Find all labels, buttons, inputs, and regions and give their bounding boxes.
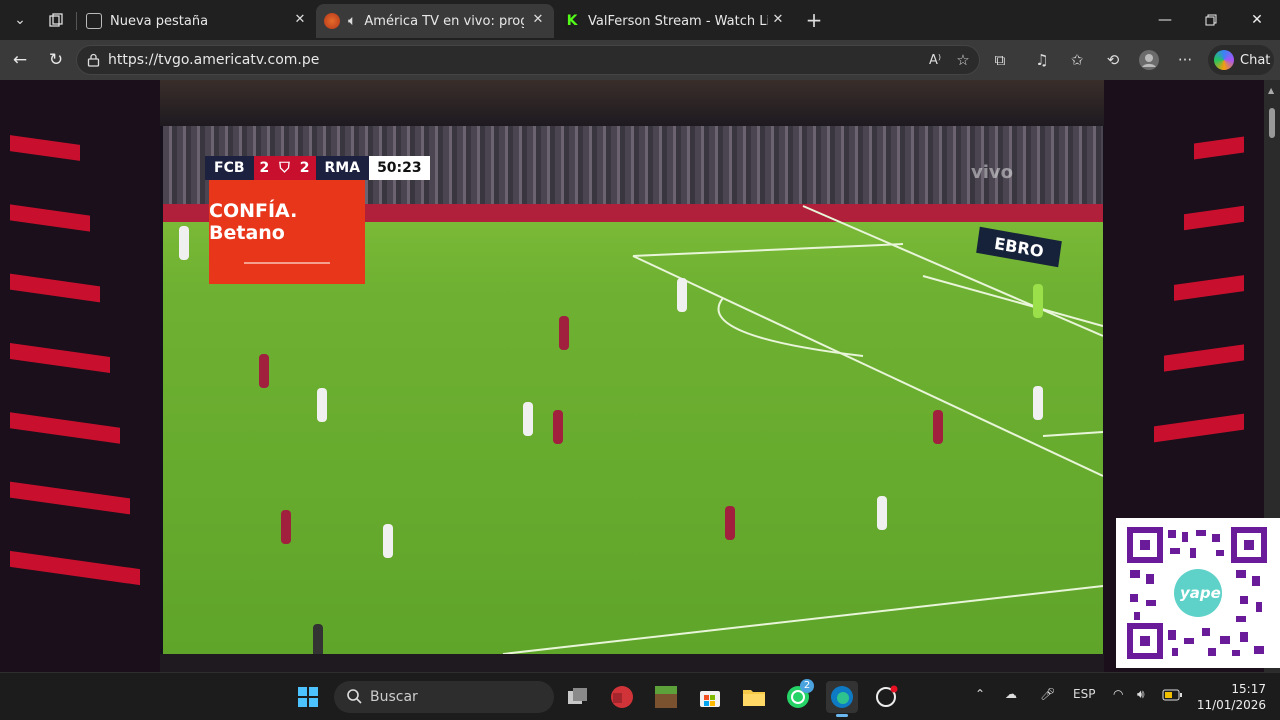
globe-favicon-icon [324, 13, 340, 29]
favorite-star-icon[interactable]: ☆ [951, 48, 975, 72]
url-text[interactable]: https://tvgo.americatv.com.pe [108, 52, 319, 68]
search-icon [347, 689, 362, 704]
read-aloud-icon[interactable]: A⁾ [923, 48, 947, 72]
whatsapp-badge: 2 [800, 679, 814, 693]
player [559, 316, 569, 350]
volume-icon[interactable]: 🔊︎ [1137, 687, 1145, 702]
player [725, 506, 735, 540]
kick-favicon-icon: K [564, 13, 580, 29]
scoreboard: FCB 2 ⛉ 2 RMA 50:23 [205, 156, 430, 180]
close-tab-icon[interactable]: ✕ [770, 12, 786, 28]
tab-title: ValFerson Stream - Watch Live on [588, 13, 768, 29]
new-tab-page-icon [86, 13, 102, 29]
player [317, 388, 327, 422]
player [523, 402, 533, 436]
yape-qr-code: yape [1116, 518, 1280, 668]
chat-label: Chat [1240, 52, 1271, 68]
tab-america-tv[interactable]: 🔈︎ América TV en vivo: programa ✕ [316, 4, 554, 38]
shield-icon: ⛉ [275, 156, 294, 180]
home-score: 2 [253, 156, 276, 180]
match-clock: 50:23 [369, 156, 430, 180]
player [179, 226, 189, 260]
media-control-icon[interactable]: ♫ [1030, 48, 1054, 72]
task-view-icon[interactable] [562, 681, 594, 713]
away-team: RMA [315, 156, 370, 180]
tab-separator [76, 12, 77, 30]
edge-icon[interactable] [826, 681, 858, 717]
taskbar: Buscar 2 ⌃ ☁ 🎤︎ ESP ◠ 🔊︎ 15:17 11/01/202… [0, 672, 1280, 720]
system-clock[interactable]: 15:17 11/01/2026 [1196, 681, 1266, 713]
promo-players-banner [160, 80, 1104, 126]
betano-ad: CONFÍA. Betano [209, 180, 365, 284]
clock-date: 11/01/2026 [1196, 698, 1266, 712]
windows-start-icon[interactable] [292, 681, 324, 713]
home-team: FCB [205, 156, 254, 180]
wifi-icon[interactable]: ◠ [1113, 687, 1123, 701]
tab-title: América TV en vivo: programa [364, 13, 525, 29]
language-indicator[interactable]: ESP [1073, 687, 1095, 701]
file-explorer-icon[interactable] [738, 681, 770, 713]
address-bar[interactable]: https://tvgo.americatv.com.pe A⁾ ☆ [76, 45, 980, 75]
tab-valferson-stream[interactable]: K ValFerson Stream - Watch Live on ✕ [556, 4, 794, 38]
player [313, 624, 323, 654]
favorites-icon[interactable]: ✩ [1065, 48, 1089, 72]
page-content: FCB 2 ⛉ 2 RMA 50:23 CONFÍA. Betano EBRO … [0, 80, 1264, 672]
left-decorative-panel [0, 80, 160, 672]
close-tab-icon[interactable]: ✕ [292, 12, 308, 28]
copilot-chat-button[interactable]: Chat [1208, 45, 1274, 75]
close-window-icon[interactable]: ✕ [1234, 0, 1280, 40]
chatgpt-icon[interactable] [870, 681, 902, 713]
player [281, 510, 291, 544]
tab-nueva-pestana[interactable]: Nueva pestaña ✕ [78, 4, 316, 38]
yape-logo-text: yape [1180, 584, 1221, 602]
player [877, 496, 887, 530]
video-player[interactable]: FCB 2 ⛉ 2 RMA 50:23 CONFÍA. Betano EBRO … [163, 126, 1103, 654]
microphone-icon[interactable]: 🎤︎ [1040, 687, 1055, 701]
taskbar-search[interactable]: Buscar [334, 681, 554, 713]
powerpoint-icon[interactable] [606, 681, 638, 713]
close-tab-icon[interactable]: ✕ [530, 12, 546, 28]
player [1033, 386, 1043, 420]
player [933, 410, 943, 444]
refresh-icon[interactable]: ↻ [42, 46, 70, 74]
away-score: 2 [293, 156, 316, 180]
restore-icon[interactable] [1188, 0, 1234, 40]
scroll-up-icon[interactable]: ▲ [1268, 86, 1274, 95]
player [259, 354, 269, 388]
more-menu-icon[interactable]: ··· [1173, 48, 1197, 72]
new-tab-plus-icon[interactable]: + [800, 6, 828, 34]
scroll-thumb[interactable] [1269, 108, 1275, 138]
microsoft-store-icon[interactable] [694, 681, 726, 713]
speaker-audio-icon[interactable]: 🔈︎ [348, 13, 356, 29]
minecraft-icon[interactable] [650, 681, 682, 713]
tab-bar: ⌄ Nueva pestaña ✕ 🔈︎ América TV en vivo:… [0, 0, 1280, 40]
onedrive-cloud-icon[interactable]: ☁ [1005, 687, 1017, 701]
show-hidden-icons-chevron-icon[interactable]: ⌃ [975, 687, 985, 701]
search-placeholder: Buscar [370, 689, 418, 705]
whatsapp-icon[interactable]: 2 [782, 679, 814, 713]
tab-title: Nueva pestaña [110, 13, 209, 29]
clock-time: 15:17 [1231, 682, 1266, 696]
workspaces-icon[interactable] [42, 6, 70, 34]
player-bottom-bar [160, 654, 1104, 672]
toolbar: ← ↻ https://tvgo.americatv.com.pe A⁾ ☆ ⧉… [0, 40, 1280, 80]
back-arrow-icon[interactable]: ← [6, 46, 34, 74]
minimize-icon[interactable]: — [1142, 0, 1188, 40]
copilot-icon [1214, 50, 1234, 70]
extensions-puzzle-icon[interactable]: ⧉ [988, 48, 1012, 72]
ad-text: CONFÍA. Betano [209, 200, 298, 244]
player [553, 410, 563, 444]
player [383, 524, 393, 558]
channel-watermark: vivo [971, 162, 1014, 183]
history-icon[interactable]: ⟲ [1101, 48, 1125, 72]
profile-avatar-icon[interactable] [1137, 48, 1161, 72]
player [677, 278, 687, 312]
player [1033, 284, 1043, 318]
battery-icon[interactable] [1162, 689, 1182, 704]
tab-list-chevron-icon[interactable]: ⌄ [6, 6, 34, 34]
lock-icon[interactable] [87, 53, 100, 67]
